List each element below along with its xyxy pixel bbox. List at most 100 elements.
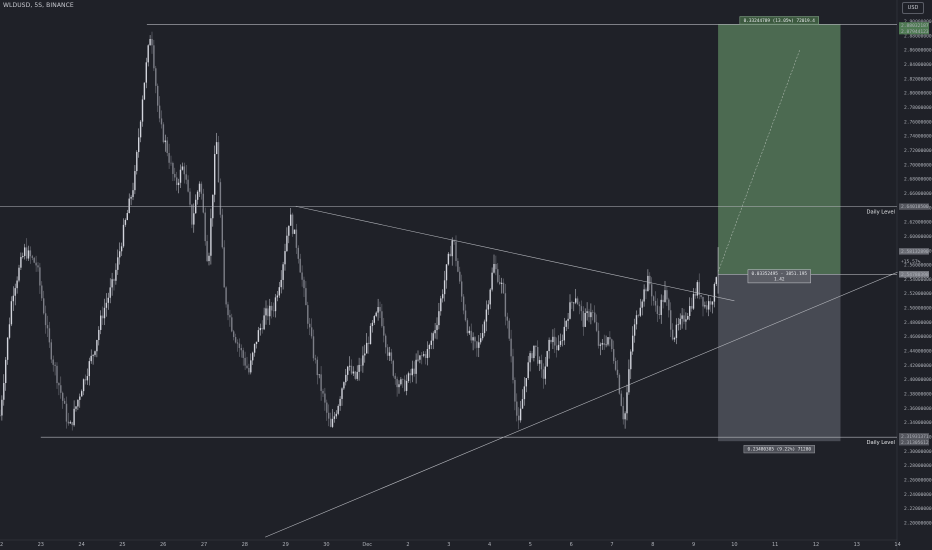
candle-body xyxy=(656,305,659,315)
candle-body xyxy=(5,359,7,384)
time-tick-label: 10 xyxy=(731,542,737,548)
candle-body xyxy=(493,263,495,273)
time-tick-label: 4 xyxy=(488,542,491,548)
candle-body xyxy=(436,325,438,331)
candle-body xyxy=(200,183,203,194)
candle-body xyxy=(504,293,507,317)
candle-body xyxy=(388,352,391,356)
candle-body xyxy=(177,182,180,186)
stop-tag: 2.31931371 xyxy=(901,434,929,440)
candle-body xyxy=(120,246,123,252)
candle-body xyxy=(179,169,182,183)
stop-label: 0.23480385 (9.22%) 71280 xyxy=(748,447,812,453)
candle-body xyxy=(0,415,1,416)
time-tick-label: 26 xyxy=(160,542,166,548)
candle-body xyxy=(455,241,457,261)
candle-body xyxy=(320,374,322,391)
candle-body xyxy=(500,282,503,284)
price-tick-label: 2.30000000 xyxy=(904,449,932,455)
candle-body xyxy=(288,225,290,236)
candle-body xyxy=(383,326,385,336)
candle-body xyxy=(472,337,474,341)
candle-body xyxy=(525,378,527,387)
candle-body xyxy=(128,198,130,214)
candle-body xyxy=(476,341,478,348)
candle-body xyxy=(666,290,668,300)
time-tick-label: 7 xyxy=(610,542,613,548)
candle-body xyxy=(413,368,415,374)
candle-body xyxy=(231,317,233,332)
candle-body xyxy=(206,241,208,262)
candle-body xyxy=(565,320,567,327)
candle-body xyxy=(677,324,679,326)
price-tick-label: 2.38000000 xyxy=(904,391,932,397)
candle-body xyxy=(172,162,174,174)
candle-body xyxy=(550,339,552,343)
candle-body xyxy=(668,299,670,311)
candle-body xyxy=(424,354,427,359)
candle-body xyxy=(679,318,681,325)
price-tick-label: 2.20000000 xyxy=(904,520,932,526)
target-tag: 2.87944123 xyxy=(901,29,929,35)
price-tick-label: 2.44000000 xyxy=(904,349,932,355)
candle-body xyxy=(594,312,596,323)
price-tick-label: 2.36000000 xyxy=(904,406,932,412)
time-tick-label: 11 xyxy=(772,542,778,548)
candle-body xyxy=(491,272,493,290)
candle-body xyxy=(221,214,223,248)
candle-body xyxy=(217,142,220,183)
candle-body xyxy=(635,315,638,325)
price-chart[interactable]: Daily Level Daily Level 0.33244789 (13.05%… xyxy=(0,0,932,550)
level-label: Daily Level xyxy=(867,440,895,446)
candle-body xyxy=(557,344,560,351)
reward-zone xyxy=(718,24,841,275)
candle-body xyxy=(489,289,491,305)
candle-body xyxy=(559,341,562,345)
candle-body xyxy=(358,364,360,372)
price-tick-label: 2.60000000 xyxy=(904,234,932,240)
candle-body xyxy=(153,45,155,69)
candle-body xyxy=(318,374,320,376)
price-axis[interactable]: 2.900000002.880000002.860000002.84000000… xyxy=(899,19,932,526)
candle-body xyxy=(660,299,662,315)
candle-body xyxy=(645,289,647,292)
candle-body xyxy=(690,306,693,309)
candle-body xyxy=(90,355,92,362)
candle-body xyxy=(119,251,121,258)
candle-body xyxy=(58,383,60,386)
candle-body xyxy=(101,315,104,319)
candle-body xyxy=(37,265,39,268)
candle-body xyxy=(571,302,573,303)
candle-body xyxy=(521,399,524,409)
candle-body xyxy=(447,253,450,265)
candle-body xyxy=(293,229,296,234)
candle-body xyxy=(348,365,351,367)
candle-body xyxy=(499,281,501,284)
currency-button[interactable]: USD xyxy=(902,2,924,14)
candle-body xyxy=(214,154,216,195)
price-tick-label: 2.68000000 xyxy=(904,177,932,183)
candle-body xyxy=(419,355,421,360)
candle-body xyxy=(495,263,497,270)
risk-zone xyxy=(718,274,841,442)
candle-body xyxy=(614,361,617,370)
candle-body xyxy=(208,255,210,262)
candle-body xyxy=(24,247,26,256)
candle-body xyxy=(157,85,159,106)
candle-body xyxy=(117,257,119,270)
candle-body xyxy=(6,337,9,360)
candle-body xyxy=(204,212,206,242)
price-tag: 2.58132890 xyxy=(901,249,929,255)
candle-body xyxy=(709,301,712,305)
candle-body xyxy=(538,360,541,364)
candle-body xyxy=(375,312,377,317)
candle-body xyxy=(69,422,71,424)
candle-body xyxy=(149,39,151,46)
time-tick-label: Dec xyxy=(362,542,372,548)
candle-body xyxy=(253,343,256,353)
candle-body xyxy=(415,359,417,374)
candle-body xyxy=(630,351,632,370)
candle-body xyxy=(29,250,32,257)
candle-body xyxy=(257,330,260,342)
candle-body xyxy=(575,298,577,303)
